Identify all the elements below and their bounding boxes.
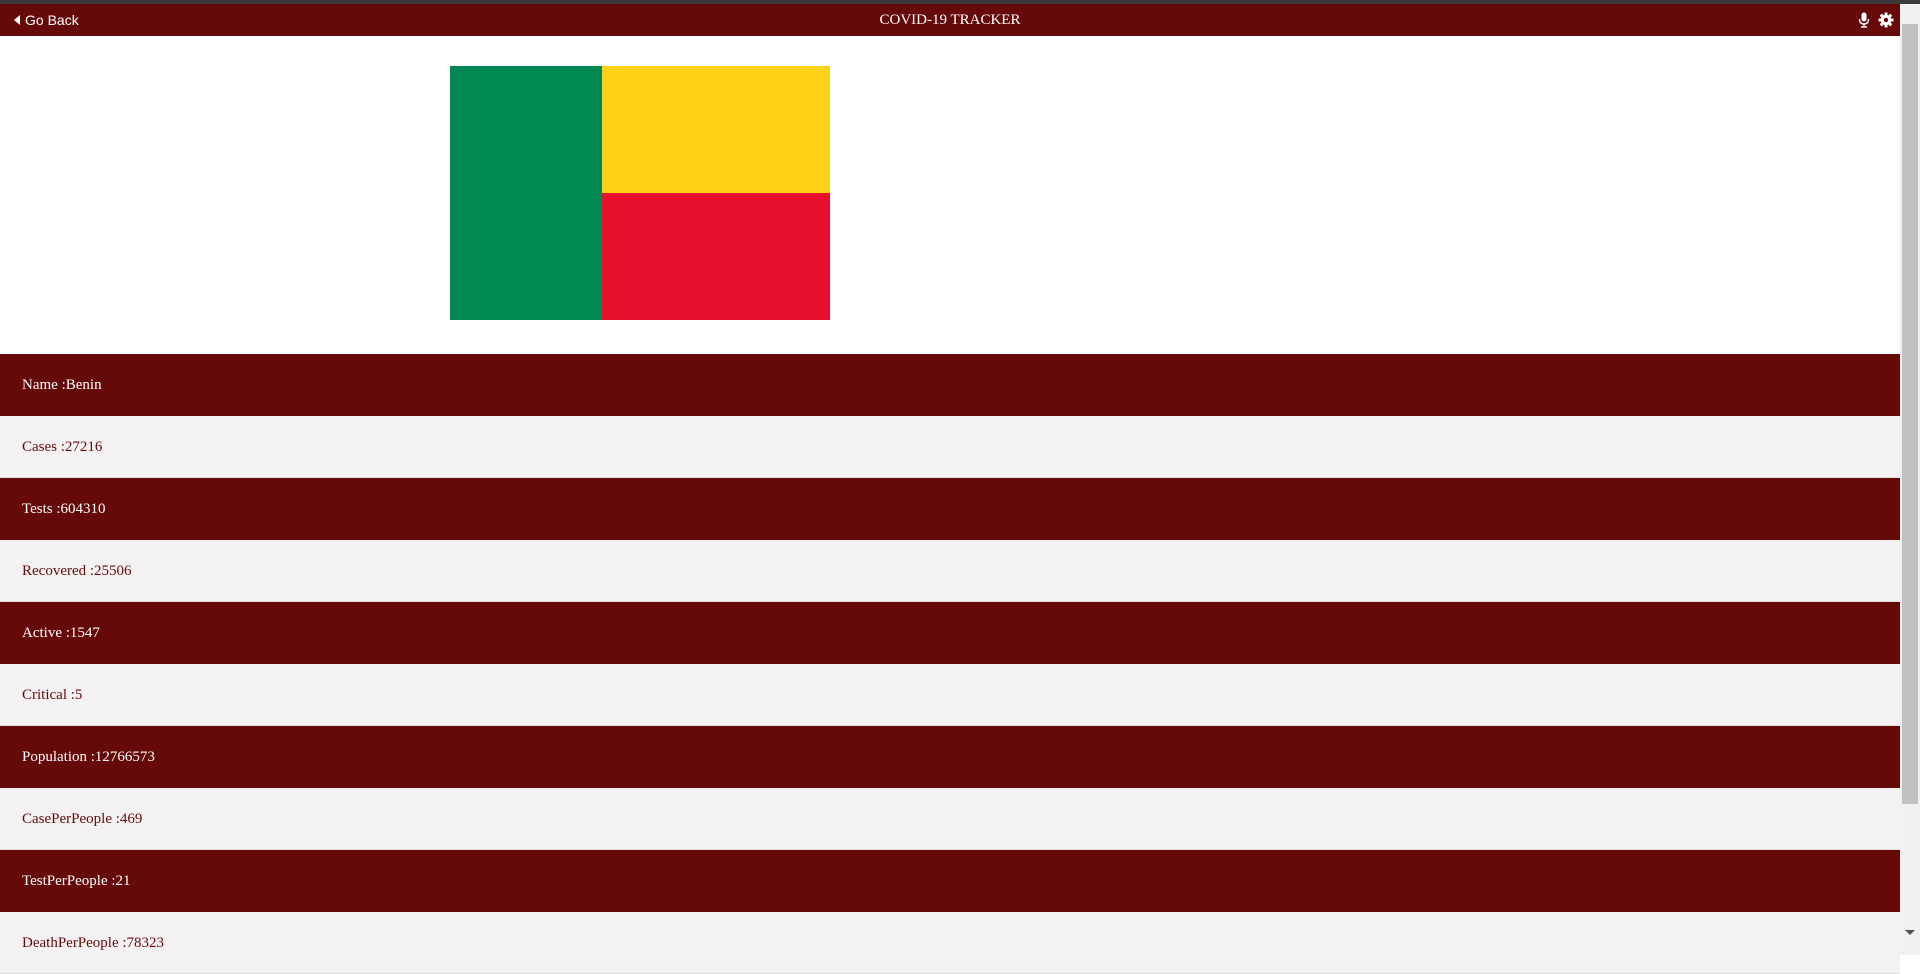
stat-row-case-per-people: CasePerPeople :469 bbox=[0, 788, 1900, 850]
flag-yellow-band bbox=[602, 66, 830, 193]
stat-row-tests: Tests :604310 bbox=[0, 478, 1900, 540]
stat-row-cases: Cases :27216 bbox=[0, 416, 1900, 478]
stat-row-death-per-people: DeathPerPeople :78323 bbox=[0, 912, 1900, 974]
scroll-down-arrow-icon[interactable] bbox=[1905, 930, 1915, 935]
app-header: Go Back COVID-19 TRACKER bbox=[0, 4, 1900, 36]
scrollbar-thumb[interactable] bbox=[1902, 24, 1918, 804]
country-flag-benin bbox=[450, 66, 830, 320]
stat-row-active: Active :1547 bbox=[0, 602, 1900, 664]
flag-red-band bbox=[602, 193, 830, 320]
page-title: COVID-19 TRACKER bbox=[879, 12, 1021, 28]
header-actions bbox=[1858, 4, 1894, 36]
stat-row-test-per-people: TestPerPeople :21 bbox=[0, 850, 1900, 912]
vertical-scrollbar[interactable] bbox=[1900, 4, 1920, 955]
flag-green-band bbox=[450, 66, 602, 320]
gear-icon[interactable] bbox=[1878, 12, 1894, 28]
microphone-icon[interactable] bbox=[1858, 12, 1870, 28]
stat-row-recovered: Recovered :25506 bbox=[0, 540, 1900, 602]
country-stats-list: Name :Benin Cases :27216 Tests :604310 R… bbox=[0, 354, 1900, 974]
stat-row-critical: Critical :5 bbox=[0, 664, 1900, 726]
stat-row-population: Population :12766573 bbox=[0, 726, 1900, 788]
stat-row-name: Name :Benin bbox=[0, 354, 1900, 416]
